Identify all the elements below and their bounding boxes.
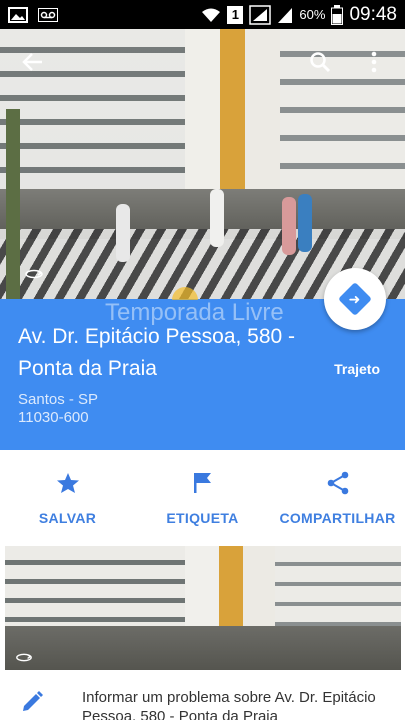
report-problem-row[interactable]: Informar um problema sobre Av. Dr. Epitá… — [0, 670, 405, 720]
photo-person — [282, 197, 296, 255]
search-icon — [310, 52, 331, 73]
photo-person — [210, 189, 224, 247]
battery-icon — [331, 4, 344, 25]
clock: 09:48 — [349, 3, 397, 25]
status-bar: 1 60% 09:48 — [0, 0, 405, 29]
photo-building — [280, 29, 405, 199]
actions-row: SALVAR ETIQUETA COMPARTILHAR — [0, 450, 405, 545]
share-label: COMPARTILHAR — [279, 510, 396, 526]
signal-icon — [249, 4, 272, 25]
flag-icon — [192, 470, 214, 496]
arrow-left-icon — [22, 53, 42, 71]
photo-building — [185, 29, 280, 204]
photo-building — [185, 546, 275, 634]
star-icon — [56, 470, 80, 496]
search-button[interactable] — [306, 48, 334, 76]
label-label: ETIQUETA — [166, 510, 239, 526]
share-button[interactable]: COMPARTILHAR — [270, 450, 405, 545]
share-icon — [326, 470, 350, 496]
place-city: Santos - SP — [18, 391, 99, 408]
photo-tree — [6, 109, 20, 299]
save-button[interactable]: SALVAR — [0, 450, 135, 545]
image-icon — [8, 6, 28, 23]
photo-building — [275, 546, 401, 631]
wifi-icon — [202, 8, 221, 22]
sim-icon: 1 — [227, 5, 244, 24]
save-label: SALVAR — [38, 510, 97, 526]
street-view-icon — [24, 268, 44, 283]
voicemail-icon — [38, 7, 58, 22]
place-postal-code: 11030-600 — [18, 409, 89, 426]
label-button[interactable]: ETIQUETA — [135, 450, 270, 545]
back-button[interactable] — [18, 48, 48, 76]
photo-person — [116, 204, 130, 262]
street-view-thumbnail[interactable] — [5, 546, 401, 670]
more-options-button[interactable] — [362, 48, 386, 76]
pencil-icon — [20, 690, 44, 720]
photo-person — [298, 194, 312, 252]
signal-icon — [278, 7, 293, 23]
photo-wall — [5, 626, 401, 670]
route-button[interactable]: ➜ — [324, 268, 386, 330]
street-view-icon — [15, 652, 33, 666]
route-label[interactable]: Trajeto — [334, 361, 380, 377]
directions-icon: ➜ — [338, 282, 372, 316]
street-view-photo[interactable] — [0, 29, 405, 299]
battery-percent: 60% — [299, 7, 326, 22]
place-address: Av. Dr. Epitácio Pessoa, 580 - Ponta da … — [18, 325, 296, 380]
photo-building — [5, 546, 185, 626]
report-problem-text: Informar um problema sobre Av. Dr. Epitá… — [82, 689, 376, 720]
more-vert-icon — [371, 51, 377, 73]
